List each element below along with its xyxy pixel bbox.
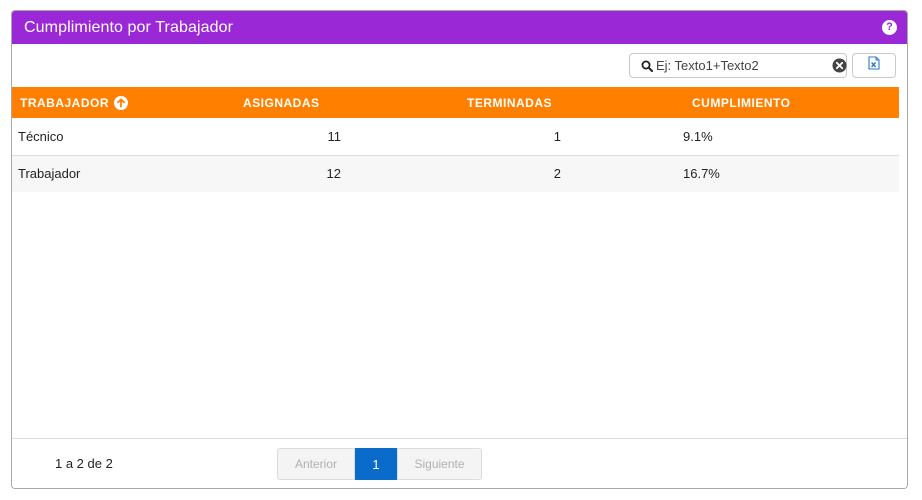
column-header-trabajador[interactable]: TRABAJADOR (12, 87, 194, 118)
cell-trabajador: Técnico (18, 128, 64, 144)
cell-cumplimiento: 9.1% (683, 128, 713, 144)
table-header-row: TRABAJADOR ASIGNADAS TERMINADAS CUMPLIMI… (12, 87, 899, 118)
cell-asignadas: 12 (326, 166, 341, 182)
search-box (629, 53, 847, 78)
pagination: Anterior 1 Siguiente (277, 448, 482, 480)
search-icon (641, 60, 653, 72)
current-page-button[interactable]: 1 (355, 448, 397, 480)
search-input[interactable] (656, 55, 832, 76)
clear-search-icon[interactable] (832, 58, 847, 73)
table-footer: 1 a 2 de 2 Anterior 1 Siguiente (12, 438, 907, 488)
compliance-panel: Cumplimiento por Trabajador ? Ej: Texto1… (11, 10, 908, 489)
cell-terminadas: 2 (553, 166, 561, 182)
previous-page-button[interactable]: Anterior (277, 448, 355, 480)
column-header-terminadas[interactable]: TERMINADAS (421, 87, 645, 118)
sort-ascending-icon[interactable] (114, 95, 128, 110)
next-page-button[interactable]: Siguiente (397, 448, 482, 480)
excel-file-icon (868, 56, 880, 75)
export-excel-button[interactable] (852, 53, 896, 78)
compliance-table: TRABAJADOR ASIGNADAS TERMINADAS CUMPLIMI… (12, 87, 899, 192)
toolbar (12, 44, 907, 87)
panel-header: Cumplimiento por Trabajador ? (12, 11, 907, 44)
table-row[interactable]: Trabajador 12 2 16.7% (12, 155, 899, 192)
cell-terminadas: 1 (553, 128, 561, 144)
panel-title: Cumplimiento por Trabajador (24, 18, 234, 36)
column-header-asignadas[interactable]: ASIGNADAS (194, 87, 421, 118)
pagination-info: 1 a 2 de 2 (55, 456, 113, 471)
help-icon[interactable]: ? (882, 20, 897, 35)
table-row[interactable]: Técnico 11 1 9.1% (12, 118, 899, 155)
cell-asignadas: 11 (327, 128, 342, 144)
column-header-cumplimiento[interactable]: CUMPLIMIENTO (645, 87, 899, 118)
cell-cumplimiento: 16.7% (683, 166, 720, 182)
cell-trabajador: Trabajador (18, 166, 81, 182)
